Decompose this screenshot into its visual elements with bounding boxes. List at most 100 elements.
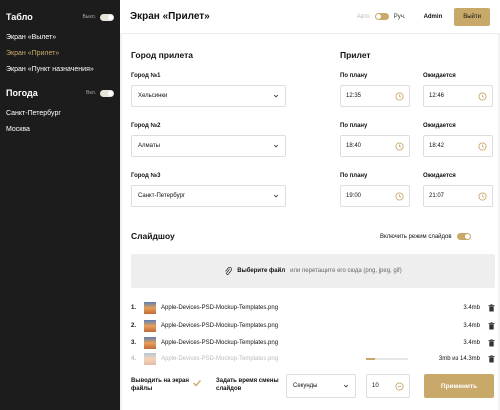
mode-manual-label: Руч. xyxy=(393,13,406,20)
interval-value: 10 xyxy=(372,383,379,389)
slideshow-toggle[interactable] xyxy=(456,233,471,240)
trash-icon[interactable] xyxy=(488,355,495,363)
time-unit-select[interactable]: Секунды xyxy=(286,374,356,398)
weather-section-header: Погода Вкл. xyxy=(6,86,114,100)
trash-icon[interactable] xyxy=(488,304,495,312)
set-time-label: Задать время смены слайдов xyxy=(216,378,279,392)
file-thumbnail xyxy=(144,353,156,365)
planned-1-value: 12:35 xyxy=(346,93,362,99)
city-1-label: Город №1 xyxy=(131,73,161,79)
topbar: Экран «Прилет» Авто Руч. Admin Выйти xyxy=(120,0,500,34)
file-size: 3.4mb xyxy=(463,340,480,346)
weather-toggle-label: Вкл. xyxy=(86,90,96,96)
planned-3-label: По плану xyxy=(340,173,368,179)
city-2-select[interactable]: Алматы xyxy=(131,135,286,157)
planned-3-value: 19:00 xyxy=(346,193,362,199)
clock-icon xyxy=(395,191,404,201)
planned-1-input[interactable]: 12:35 xyxy=(340,85,410,107)
file-number: 1. xyxy=(131,305,137,311)
check-icon[interactable] xyxy=(192,378,202,388)
file-thumbnail xyxy=(144,337,156,349)
planned-2-label: По плану xyxy=(340,123,368,129)
expected-3-input[interactable]: 21:07 xyxy=(423,185,493,207)
chevron-down-icon xyxy=(273,94,279,98)
file-number: 2. xyxy=(131,323,137,329)
file-size: 3.4mb xyxy=(463,305,480,311)
city-2-value: Алматы xyxy=(138,143,160,149)
expected-2-label: Ожидается xyxy=(423,123,456,129)
planned-1-label: По плану xyxy=(340,73,368,79)
expected-3-label: Ожидается xyxy=(423,173,456,179)
sidebar: Табло Выкл. Экран «Вылет» Экран «Прилет»… xyxy=(0,0,120,410)
city-3-label: Город №3 xyxy=(131,173,161,179)
sidebar-item-arrival[interactable]: Экран «Прилет» xyxy=(6,46,114,62)
city-1-select[interactable]: Хельсинки xyxy=(131,85,286,107)
expected-1-label: Ожидается xyxy=(423,73,456,79)
upload-size: 3mb из 14.3mb xyxy=(438,356,480,362)
list-item: 1. Apple-Devices-PSD-Mockup-Templates.pn… xyxy=(131,299,495,317)
weather-toggle[interactable] xyxy=(100,89,114,97)
city-3-value: Санкт-Петербург xyxy=(138,193,186,199)
tablo-section-header: Табло Выкл. xyxy=(6,10,114,24)
planned-3-input[interactable]: 19:00 xyxy=(340,185,410,207)
weather-title: Погода xyxy=(6,88,38,98)
expected-3-value: 21:07 xyxy=(429,193,445,199)
city-section-title: Город прилета xyxy=(131,50,193,60)
clock-icon xyxy=(478,141,487,151)
paperclip-icon xyxy=(225,266,233,275)
sidebar-item-spb[interactable]: Санкт-Петербург xyxy=(6,106,114,122)
expected-2-input[interactable]: 18:42 xyxy=(423,135,493,157)
trash-icon[interactable] xyxy=(488,339,495,347)
user-name[interactable]: Admin xyxy=(424,14,443,20)
list-item: 2. Apple-Devices-PSD-Mockup-Templates.pn… xyxy=(131,317,495,335)
clock-icon xyxy=(395,91,404,101)
file-number: 4. xyxy=(131,356,137,362)
dropzone-select-text[interactable]: Выберите файл xyxy=(237,268,285,274)
time-unit-value: Секунды xyxy=(293,383,318,389)
list-item: 4. Apple-Devices-PSD-Mockup-Templates.pn… xyxy=(131,350,495,368)
logout-button[interactable]: Выйти xyxy=(454,7,490,26)
file-size: 3.4mb xyxy=(463,323,480,329)
clock-icon xyxy=(395,141,404,151)
sidebar-item-destination[interactable]: Экран «Пункт назначения» xyxy=(6,62,114,78)
file-name: Apple-Devices-PSD-Mockup-Templates.png xyxy=(161,305,279,311)
city-2-label: Город №2 xyxy=(131,123,161,129)
file-name: Apple-Devices-PSD-Mockup-Templates.png xyxy=(161,323,279,329)
upload-progress-fill xyxy=(366,358,375,360)
file-name: Apple-Devices-PSD-Mockup-Templates.png xyxy=(161,356,279,362)
expected-1-value: 12:46 xyxy=(429,93,445,99)
planned-2-input[interactable]: 18:40 xyxy=(340,135,410,157)
tablo-toggle-label: Выкл. xyxy=(82,14,96,20)
clock-icon xyxy=(395,381,404,391)
file-thumbnail xyxy=(144,320,156,332)
sidebar-item-moscow[interactable]: Москва xyxy=(6,122,114,138)
city-3-select[interactable]: Санкт-Петербург xyxy=(131,185,286,207)
file-dropzone[interactable]: Выберите файл или перетащите его сюда (p… xyxy=(131,254,495,288)
file-name: Apple-Devices-PSD-Mockup-Templates.png xyxy=(161,340,279,346)
mode-auto-label: Авто xyxy=(356,13,370,20)
expected-1-input[interactable]: 12:46 xyxy=(423,85,493,107)
city-1-value: Хельсинки xyxy=(138,93,168,99)
file-thumbnail xyxy=(144,302,156,314)
interval-input[interactable]: 10 xyxy=(366,374,410,398)
chevron-down-icon xyxy=(273,194,279,198)
clock-icon xyxy=(478,91,487,101)
sidebar-item-departure[interactable]: Экран «Вылет» xyxy=(6,30,114,46)
trash-icon[interactable] xyxy=(488,322,495,330)
page-title: Экран «Прилет» xyxy=(130,11,210,22)
mode-switch: Авто Руч. xyxy=(357,13,406,20)
mode-toggle[interactable] xyxy=(374,13,389,20)
planned-2-value: 18:40 xyxy=(346,143,362,149)
arrival-section-title: Прилет xyxy=(340,50,371,60)
slideshow-enable: Включить режим слайдов xyxy=(380,233,471,240)
clock-icon xyxy=(478,191,487,201)
chevron-down-icon xyxy=(273,144,279,148)
apply-button[interactable]: Применить xyxy=(424,374,494,398)
upload-progress-bar xyxy=(366,358,408,360)
slideshow-title: Слайдшоу xyxy=(131,231,175,241)
tablo-title: Табло xyxy=(6,12,33,22)
dropzone-hint: или перетащите его сюда (png, jpeg, gif) xyxy=(290,268,402,274)
slideshow-enable-label: Включить режим слайдов xyxy=(380,233,452,240)
tablo-toggle[interactable] xyxy=(100,13,114,21)
chevron-down-icon xyxy=(343,384,349,388)
